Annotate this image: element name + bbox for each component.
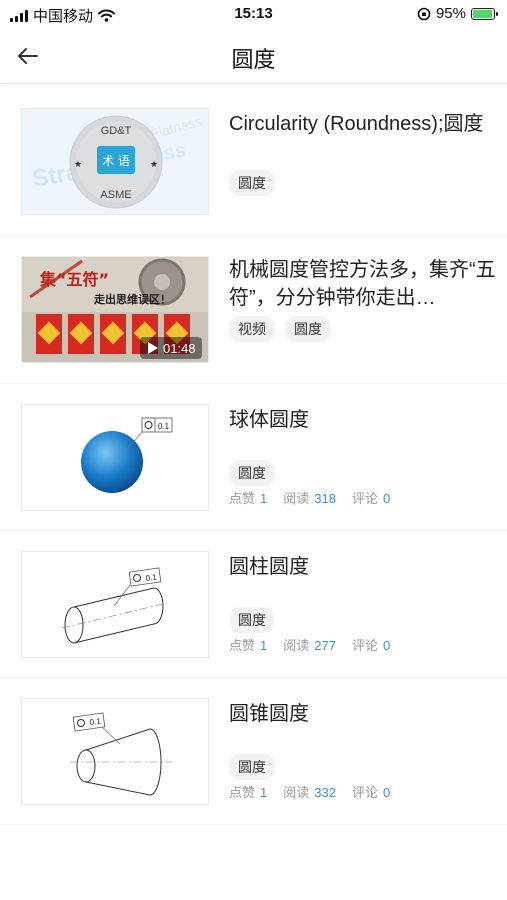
battery-icon: [471, 7, 498, 20]
item-thumbnail: 0.1: [21, 404, 209, 511]
page-title: 圆度: [231, 47, 276, 72]
svg-text:★: ★: [74, 159, 82, 169]
tag-group: 圆度: [229, 460, 275, 486]
article-list: Straight ness Flatness ★ ★ GD&T 术 语 ASME…: [0, 88, 507, 825]
tag-group: 圆度: [229, 754, 275, 780]
item-stats: 点赞 1 阅读 318 评论 0: [229, 488, 390, 507]
reads-stat: 阅读 277: [283, 638, 336, 653]
tag-group: 圆度: [229, 170, 275, 196]
item-title: 机械圆度管控方法多，集齐“五符”，分分钟带你走出…: [229, 259, 496, 309]
likes-stat: 点赞 1: [229, 491, 268, 506]
item-stats: 点赞 1 阅读 332 评论 0: [229, 782, 390, 801]
svg-text:★: ★: [150, 159, 158, 169]
item-thumbnail: 0.1: [21, 698, 209, 805]
tolerance-value: 0.1: [145, 572, 158, 583]
tolerance-value: 0.1: [158, 422, 170, 431]
tag[interactable]: 视频: [229, 316, 275, 342]
status-bar: 中国移动 15:13 95%: [0, 0, 507, 28]
video-banner-text: 集“五符”: [39, 270, 109, 289]
list-item[interactable]: 集“五符” 走出思维误区！ 01:48 机械圆度管控方法多，集齐“五符”，分分钟…: [0, 236, 507, 384]
item-title: 圆锥圆度: [229, 703, 309, 725]
item-title: Circularity (Roundness);圆度: [229, 113, 484, 135]
thumb-asme-text: ASME: [100, 189, 131, 201]
tag[interactable]: 圆度: [285, 316, 331, 342]
item-thumbnail: 0.1: [21, 551, 209, 658]
tag[interactable]: 圆度: [229, 607, 275, 633]
video-duration: 01:48: [163, 341, 196, 356]
likes-stat: 点赞 1: [229, 785, 268, 800]
tag[interactable]: 圆度: [229, 170, 275, 196]
list-item[interactable]: 0.1 球体圆度 圆度 点赞 1 阅读 318 评论 0: [0, 384, 507, 531]
tag-group: 圆度: [229, 607, 275, 633]
list-item[interactable]: 0.1 圆柱圆度 圆度 点赞 1 阅读 277 评论 0: [0, 531, 507, 678]
reads-stat: 阅读 332: [283, 785, 336, 800]
tag[interactable]: 圆度: [229, 754, 275, 780]
tolerance-value: 0.1: [89, 716, 102, 727]
nav-header: 圆度: [0, 28, 507, 84]
orientation-lock-icon: [417, 7, 431, 20]
reads-stat: 阅读 318: [283, 491, 336, 506]
thumb-gdt-text: GD&T: [101, 125, 132, 137]
item-title: 球体圆度: [229, 409, 309, 431]
tag[interactable]: 圆度: [229, 460, 275, 486]
comments-stat: 评论 0: [351, 638, 391, 653]
item-stats: 点赞 1 阅读 277 评论 0: [229, 635, 390, 654]
thumb-term-text: 术 语: [102, 154, 130, 168]
likes-stat: 点赞 1: [229, 638, 268, 653]
battery-percent: 95%: [435, 5, 466, 22]
video-thumbnail: 集“五符” 走出思维误区！ 01:48: [21, 256, 209, 363]
item-thumbnail: Straight ness Flatness ★ ★ GD&T 术 语 ASME: [21, 108, 209, 215]
comments-stat: 评论 0: [351, 785, 391, 800]
list-item[interactable]: 0.1 圆锥圆度 圆度 点赞 1 阅读 332 评论 0: [0, 678, 507, 825]
item-title: 圆柱圆度: [229, 556, 309, 578]
tag-group: 视频 圆度: [229, 316, 331, 342]
list-item[interactable]: Straight ness Flatness ★ ★ GD&T 术 语 ASME…: [0, 88, 507, 236]
comments-stat: 评论 0: [351, 491, 391, 506]
status-right: 95%: [417, 5, 498, 22]
video-subtitle-text: 走出思维误区！: [93, 292, 171, 306]
